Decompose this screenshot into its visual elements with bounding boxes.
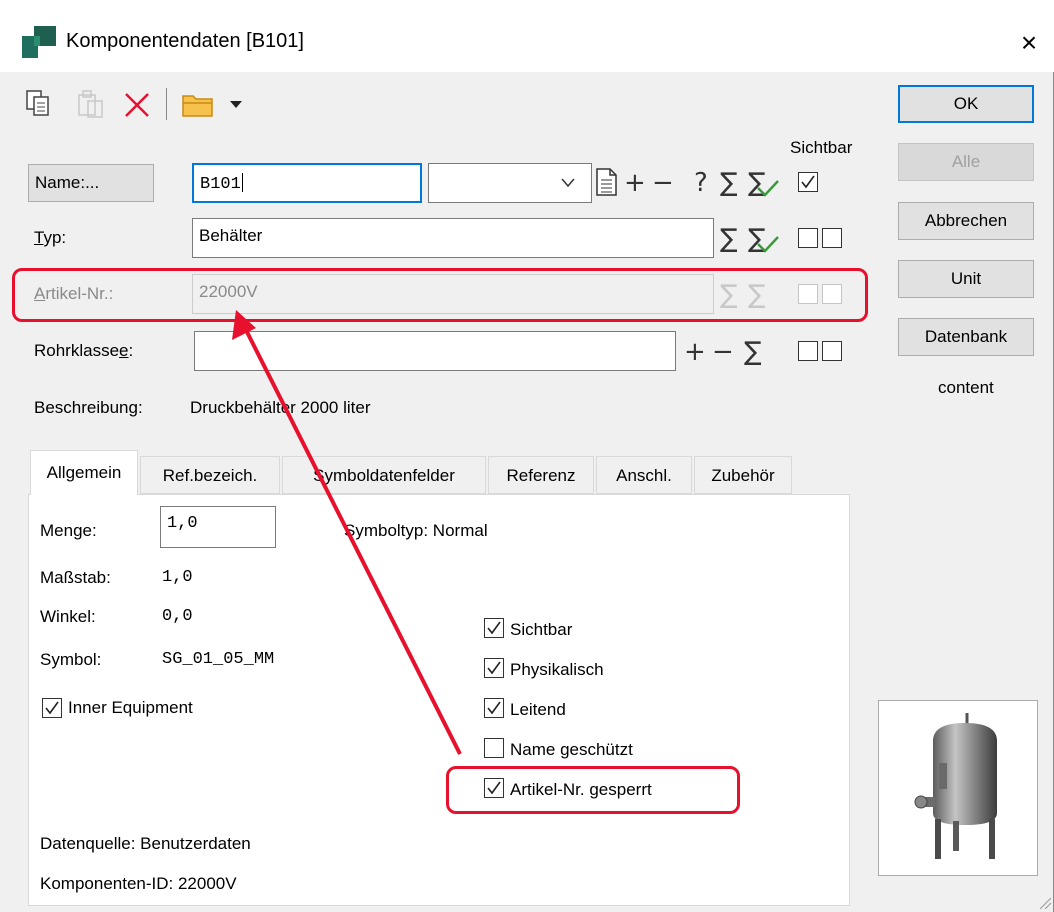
component-data-dialog: Komponentendaten [B101] × OK Alle Abbrec… <box>0 0 1054 912</box>
annotation-arrow <box>232 310 462 755</box>
